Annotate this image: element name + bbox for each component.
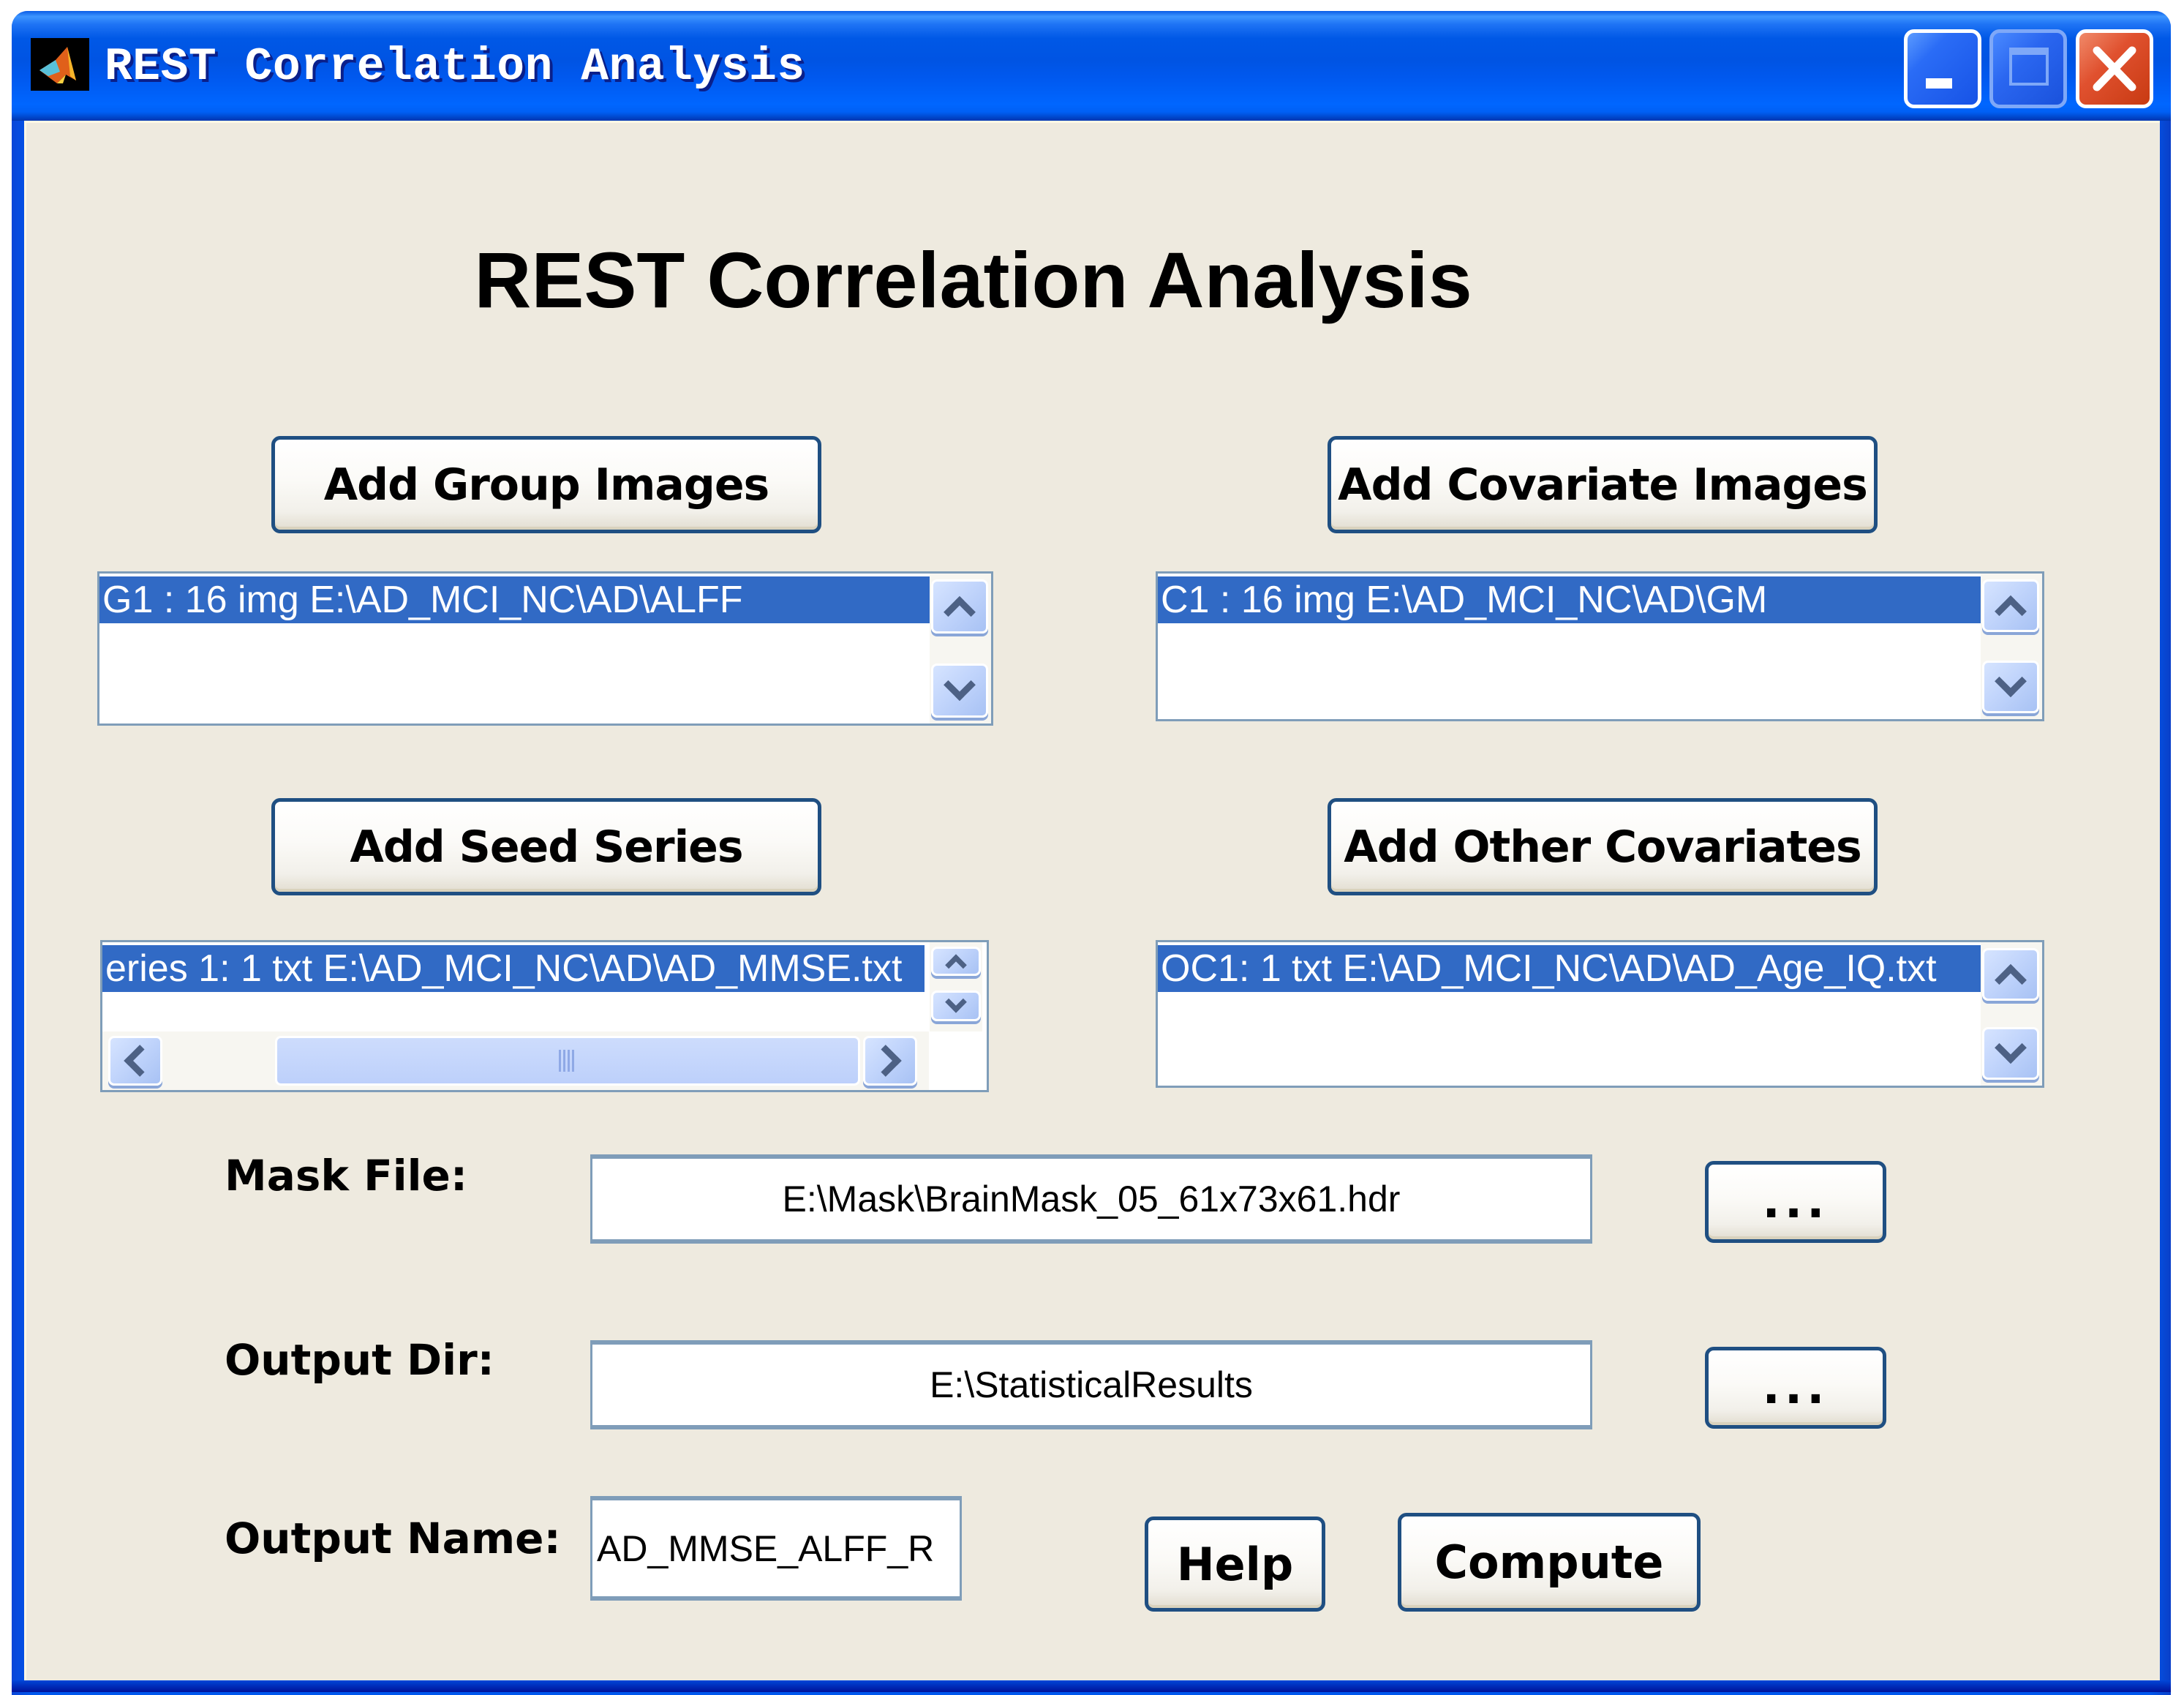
output-name-label: Output Name: [225,1514,561,1563]
scroll-right-button[interactable] [863,1036,917,1086]
scroll-up-button[interactable] [1982,948,2039,1001]
list-item[interactable]: eries 1: 1 txt E:\AD_MCI_NC\AD\AD_MMSE.t… [102,945,925,992]
vertical-scrollbar[interactable] [930,942,982,1031]
minimize-button[interactable] [1904,29,1981,108]
chevron-up-icon [945,954,967,977]
add-covariate-images-button[interactable]: Add Covariate Images [1328,436,1878,533]
group-images-list[interactable]: G1 : 16 img E:\AD_MCI_NC\AD\ALFF [97,571,993,726]
add-seed-series-button[interactable]: Add Seed Series [271,798,821,895]
chevron-down-icon [1995,1031,2027,1064]
page-title: REST Correlation Analysis [474,236,1472,324]
scroll-up-button[interactable] [931,947,981,977]
vertical-scrollbar[interactable] [930,574,991,724]
other-covariates-list[interactable]: OC1: 1 txt E:\AD_MCI_NC\AD\AD_Age_IQ.txt [1156,940,2044,1088]
scroll-down-button[interactable] [931,664,988,718]
close-icon [2093,46,2136,91]
output-dir-label: Output Dir: [225,1335,494,1385]
scroll-down-button[interactable] [1982,661,2039,713]
grip-icon [559,1050,576,1072]
add-other-covariates-button[interactable]: Add Other Covariates [1328,798,1878,895]
window-title: REST Correlation Analysis [105,41,805,93]
scrollbar-thumb[interactable] [275,1036,860,1086]
scroll-down-button[interactable] [931,991,981,1021]
help-button[interactable]: Help [1145,1517,1325,1612]
list-item[interactable]: C1 : 16 img E:\AD_MCI_NC\AD\GM [1158,576,1981,623]
scroll-up-button[interactable] [931,579,988,634]
list-item[interactable]: G1 : 16 img E:\AD_MCI_NC\AD\ALFF [99,576,930,623]
scroll-up-button[interactable] [1982,579,2039,632]
horizontal-scrollbar[interactable] [102,1031,929,1090]
vertical-scrollbar[interactable] [1981,574,2042,719]
output-dir-field[interactable]: E:\StatisticalResults [590,1340,1592,1429]
chevron-right-icon [869,1045,902,1077]
mask-file-label: Mask File: [225,1151,468,1200]
chevron-up-icon [1995,595,2027,628]
covariate-images-list[interactable]: C1 : 16 img E:\AD_MCI_NC\AD\GM [1156,571,2044,721]
list-item[interactable]: OC1: 1 txt E:\AD_MCI_NC\AD\AD_Age_IQ.txt [1158,945,1981,992]
minimize-icon [1926,78,1952,89]
maximize-button[interactable] [1989,29,2067,108]
browse-output-dir-button[interactable]: ... [1705,1347,1886,1429]
matlab-icon[interactable] [31,38,89,91]
window-bottom-border [12,1680,2171,1692]
vertical-scrollbar[interactable] [1981,942,2042,1086]
chevron-down-icon [944,669,976,702]
mask-file-field[interactable]: E:\Mask\BrainMask_05_61x73x61.hdr [590,1154,1592,1244]
output-name-field[interactable]: AD_MMSE_ALFF_R [590,1496,962,1601]
browse-mask-button[interactable]: ... [1705,1161,1886,1243]
maximize-icon [2009,48,2049,86]
close-button[interactable] [2076,29,2153,108]
chevron-down-icon [945,991,967,1013]
client-area [24,121,2160,1680]
chevron-up-icon [1995,963,2027,996]
chevron-left-icon [124,1045,157,1077]
compute-button[interactable]: Compute [1398,1513,1701,1612]
add-group-images-button[interactable]: Add Group Images [271,436,821,533]
scroll-left-button[interactable] [108,1036,162,1086]
scroll-down-button[interactable] [1982,1027,2039,1080]
seed-series-list[interactable]: eries 1: 1 txt E:\AD_MCI_NC\AD\AD_MMSE.t… [100,940,989,1092]
chevron-up-icon [944,595,976,628]
chevron-down-icon [1995,665,2027,698]
